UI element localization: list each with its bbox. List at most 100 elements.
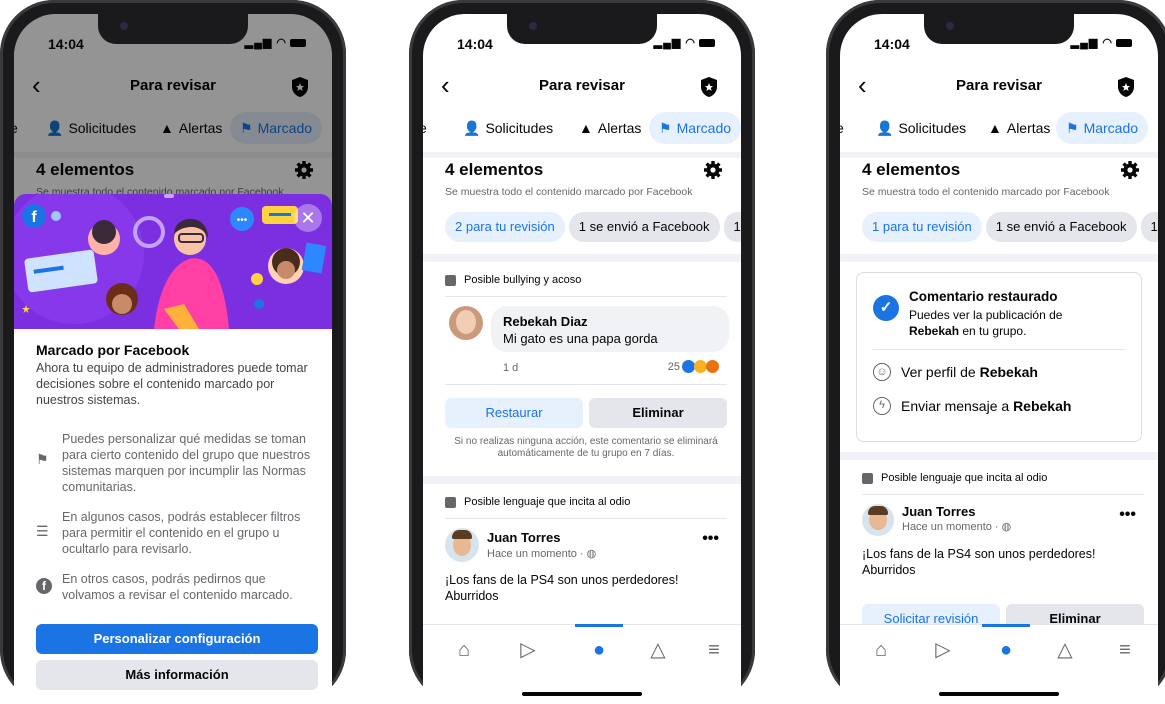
view-profile-text: Ver perfil de — [901, 364, 980, 380]
home-indicator — [522, 692, 642, 696]
divider — [445, 518, 727, 519]
chip-to-review[interactable]: 2 para tu revisión — [445, 212, 565, 242]
post-time: Hace un momento · ◍ — [487, 547, 596, 560]
send-message-row[interactable]: ϟ Enviar mensaje a Rebekah — [873, 397, 1071, 415]
sheet-point: ⚑ Puedes personalizar qué medidas se tom… — [36, 431, 316, 495]
menu-icon[interactable]: ≡ — [1114, 639, 1136, 661]
post-text: ¡Los fans de la PS4 son unos perdedores!… — [862, 547, 1096, 577]
items-count: 4 elementos — [445, 160, 544, 179]
sheet-point: f En otros casos, podrás pedirnos que vo… — [36, 571, 316, 603]
close-icon[interactable]: ✕ — [294, 204, 322, 232]
delete-button[interactable]: Eliminar — [589, 398, 727, 428]
sheet-title: Marcado por Facebook — [36, 342, 190, 358]
post-time: Hace un momento · ◍ — [902, 520, 1011, 533]
tab-alertas[interactable]: ▲ Alertas — [978, 112, 1060, 144]
post-author[interactable]: Juan Torres — [902, 504, 975, 519]
groups-icon[interactable]: ● — [995, 639, 1017, 661]
more-options-icon[interactable]: ••• — [702, 530, 719, 548]
gear-icon[interactable] — [1120, 160, 1140, 180]
tab-marcado[interactable]: ⚑ Marcado — [649, 112, 741, 144]
video-icon[interactable]: ▷ — [517, 639, 539, 661]
reactions[interactable]: 25 — [668, 360, 719, 373]
send-message-label: Enviar mensaje a Rebekah — [901, 398, 1071, 414]
chip-sent-to-facebook[interactable]: 1 se envió a Facebook — [985, 212, 1137, 242]
chip-more[interactable]: 1 — [723, 212, 741, 242]
flag-reason: Posible bullying y acoso — [445, 274, 581, 286]
more-options-icon[interactable]: ••• — [1119, 506, 1136, 524]
divider — [840, 254, 1158, 262]
divider — [423, 476, 741, 484]
signal-wifi-battery-icon: ▂▄▆ ◠ — [245, 36, 306, 49]
tab-alertas[interactable]: ▲ Alertas — [569, 112, 651, 144]
screen: 14:04 ▂▄▆ ◠ ‹ Para revisar e 👤Solicitude… — [423, 14, 741, 704]
comment-time: 1 d — [503, 362, 519, 374]
menu-icon[interactable]: ≡ — [703, 639, 725, 661]
groups-icon[interactable]: ● — [588, 639, 610, 661]
messenger-icon: ϟ — [873, 397, 891, 415]
flag-reason-text: Posible lenguaje que incita al odio — [881, 472, 1048, 484]
restored-title: Comentario restaurado — [909, 289, 1058, 304]
svg-text:f: f — [31, 209, 37, 226]
globe-icon: ◍ — [586, 548, 597, 560]
items-subtitle: Se muestra todo el contenido marcado por… — [445, 186, 693, 198]
flag-reason-text: Posible lenguaje que incita al odio — [464, 496, 631, 508]
tab-prev-partial[interactable]: e — [840, 112, 854, 144]
hero-illustration: f ••• ✕ — [14, 194, 332, 329]
active-tab-indicator — [575, 624, 623, 627]
avatar[interactable] — [449, 306, 483, 340]
chip-sent-to-facebook[interactable]: 1 se envió a Facebook — [568, 212, 720, 242]
tab-solicitudes[interactable]: 👤 Solicitudes — [453, 112, 563, 144]
person-add-icon: 👤 — [876, 120, 894, 136]
view-profile-row[interactable]: ☺ Ver perfil de Rebekah — [873, 363, 1038, 381]
more-info-button[interactable]: Más información — [36, 660, 318, 690]
restored-card: ✓ Comentario restaurado Puedes ver la pu… — [856, 272, 1142, 442]
header: ‹ Para revisar — [840, 68, 1158, 108]
admin-shield-icon[interactable] — [699, 76, 719, 98]
admin-shield-icon[interactable] — [1116, 76, 1136, 98]
flag-icon — [862, 472, 873, 484]
avatar[interactable] — [862, 504, 894, 536]
check-circle-icon: ✓ — [873, 295, 899, 321]
bottom-nav: ⌂ ▷ ● △ ≡ — [840, 624, 1158, 704]
chip-to-review[interactable]: 1 para tu revisión — [862, 212, 982, 242]
notifications-icon[interactable]: △ — [647, 639, 669, 661]
flag-icon: ⚑ — [1066, 120, 1079, 136]
gear-icon[interactable] — [703, 160, 723, 180]
chip-more[interactable]: 1 — [1140, 212, 1158, 242]
point-text: En algunos casos, podrás establecer filt… — [62, 510, 301, 556]
post-author[interactable]: Juan Torres — [487, 530, 560, 545]
illustration-svg: f ••• — [14, 194, 332, 329]
tab-prev-partial[interactable]: e — [423, 112, 437, 144]
video-icon[interactable]: ▷ — [932, 639, 954, 661]
comment-text: Mi gato es una papa gorda — [503, 331, 658, 346]
screen: 14:04 ▂▄▆ ◠ ‹ Para revisar e 👤Solicitude… — [840, 14, 1158, 704]
header: ‹ Para revisar — [423, 68, 741, 108]
tab-bar: e 👤Solicitudes ▲Alertas ⚑Marcado — [423, 112, 741, 148]
tab-bar: e 👤Solicitudes ▲Alertas ⚑Marcado — [840, 112, 1158, 148]
divider — [840, 452, 1158, 460]
restored-desc-text: Puedes ver la publicación de — [909, 308, 1063, 322]
home-icon[interactable]: ⌂ — [870, 639, 892, 661]
auto-delete-notice: Si no realizas ninguna acción, este come… — [454, 436, 718, 459]
screen: 14:04 ▂▄▆ ◠ ‹ Para revisar e 👤Solicitude… — [14, 14, 332, 704]
customize-settings-button[interactable]: Personalizar configuración — [36, 624, 318, 654]
flag-reason-text: Posible bullying y acoso — [464, 274, 582, 286]
notifications-icon[interactable]: △ — [1054, 639, 1076, 661]
avatar[interactable] — [445, 528, 479, 562]
divider — [423, 152, 741, 158]
comment-bubble: Rebekah Diaz Mi gato es una papa gorda — [491, 306, 729, 352]
flag-reason: Posible lenguaje que incita al odio — [445, 496, 630, 508]
tab-label: Solicitudes — [898, 120, 967, 136]
comment-author[interactable]: Rebekah Diaz — [503, 314, 588, 329]
tab-marcado[interactable]: ⚑ Marcado — [1056, 112, 1149, 144]
reaction-count: 25 — [667, 360, 680, 373]
tab-solicitudes[interactable]: 👤 Solicitudes — [866, 112, 976, 144]
flag-icon — [445, 496, 456, 508]
notch — [98, 14, 248, 44]
tab-label: Marcado — [676, 120, 732, 136]
restore-button[interactable]: Restaurar — [445, 398, 583, 428]
flag-icon: ⚑ — [36, 451, 49, 467]
flag-icon: ⚑ — [659, 120, 672, 136]
home-icon[interactable]: ⌂ — [453, 639, 475, 661]
phone-3: 14:04 ▂▄▆ ◠ ‹ Para revisar e 👤Solicitude… — [826, 0, 1165, 704]
